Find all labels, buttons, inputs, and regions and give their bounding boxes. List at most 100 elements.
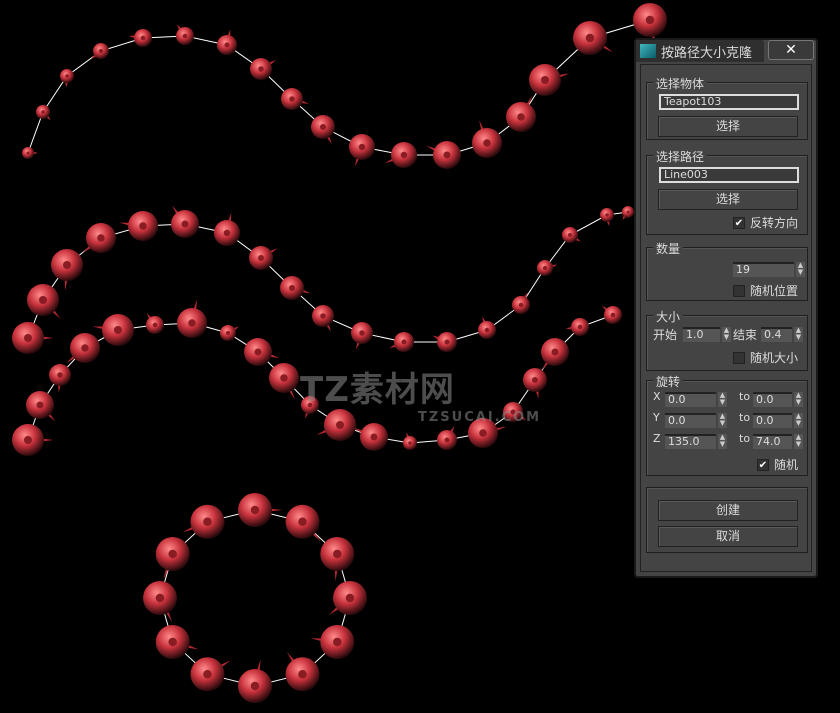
random-size-checkbox[interactable]: 随机大小 xyxy=(733,349,798,366)
cloned-bead[interactable] xyxy=(145,312,164,334)
cloned-bead[interactable] xyxy=(182,504,225,539)
cloned-bead[interactable] xyxy=(27,284,62,320)
checkbox-unchecked[interactable] xyxy=(733,284,745,297)
end-size-spinner[interactable]: 0.4 ▲ ▼ xyxy=(761,327,803,342)
cloned-bead[interactable] xyxy=(12,322,54,354)
cloned-bead[interactable] xyxy=(562,227,582,243)
cloned-bead[interactable] xyxy=(26,391,57,423)
cloned-bead[interactable] xyxy=(320,537,355,582)
cloned-bead[interactable] xyxy=(281,88,309,110)
spinner-arrows-icon[interactable]: ▲ ▼ xyxy=(794,392,803,407)
spinner-value[interactable]: 0.0 xyxy=(665,392,716,407)
cloned-bead[interactable] xyxy=(351,322,373,350)
cloned-bead[interactable] xyxy=(128,29,152,47)
cloned-bead[interactable] xyxy=(478,316,496,339)
checkbox-checked[interactable]: ✔ xyxy=(757,458,769,471)
cloned-bead[interactable] xyxy=(472,120,502,158)
spinner-arrows-icon[interactable]: ▲ ▼ xyxy=(718,392,727,407)
cloned-bead[interactable] xyxy=(349,134,375,167)
dialog-titlebar[interactable]: 按路径大小克隆 xyxy=(636,40,764,62)
spinner-value[interactable]: 74.0 xyxy=(753,434,792,449)
cloned-bead[interactable] xyxy=(280,276,311,300)
spinner-value[interactable]: 1.0 xyxy=(683,327,720,342)
cloned-bead[interactable] xyxy=(155,625,200,659)
spinner-arrows-icon[interactable]: ▲ ▼ xyxy=(722,327,731,342)
cloned-bead[interactable] xyxy=(269,363,299,400)
cloned-bead[interactable] xyxy=(175,23,194,45)
cloned-bead[interactable] xyxy=(65,333,100,365)
cloned-bead[interactable] xyxy=(49,364,71,393)
cloned-bead[interactable] xyxy=(601,304,622,324)
spinner-arrows-icon[interactable]: ▲ ▼ xyxy=(718,434,727,449)
cloned-bead[interactable] xyxy=(600,208,614,226)
rotation-to-spinner[interactable]: 0.0 ▲ ▼ xyxy=(753,413,803,428)
pick-object-button[interactable]: 选择 xyxy=(658,116,798,137)
spinner-value[interactable]: 0.4 xyxy=(761,327,792,342)
cloned-bead[interactable] xyxy=(238,493,283,527)
cloned-bead[interactable] xyxy=(621,206,634,221)
spinner-value[interactable]: 0.0 xyxy=(753,392,792,407)
cloned-bead[interactable] xyxy=(540,338,569,371)
cloned-bead[interactable] xyxy=(310,625,355,659)
cloned-bead[interactable] xyxy=(437,425,457,450)
rotation-to-spinner[interactable]: 0.0 ▲ ▼ xyxy=(753,392,803,407)
rotation-from-spinner[interactable]: 0.0 ▲ ▼ xyxy=(665,392,727,407)
cloned-bead[interactable] xyxy=(573,21,614,55)
rotation-from-spinner[interactable]: 135.0 ▲ ▼ xyxy=(665,434,727,449)
cloned-bead[interactable] xyxy=(22,147,38,159)
cloned-bead[interactable] xyxy=(143,581,177,623)
spinner-value[interactable]: 0.0 xyxy=(665,413,716,428)
spinner-value[interactable]: 0.0 xyxy=(753,413,792,428)
count-spinner[interactable]: 19 ▲ ▼ xyxy=(733,262,805,277)
cloned-bead[interactable] xyxy=(51,249,83,291)
cancel-button[interactable]: 取消 xyxy=(658,526,798,547)
cloned-bead[interactable] xyxy=(92,314,134,346)
cloned-bead[interactable] xyxy=(12,424,54,456)
spline-path[interactable] xyxy=(159,509,351,687)
cloned-bead[interactable] xyxy=(353,423,388,451)
cloned-bead[interactable] xyxy=(403,432,417,450)
cloned-bead[interactable] xyxy=(90,43,109,61)
rotation-to-spinner[interactable]: 74.0 ▲ ▼ xyxy=(753,434,803,449)
cloned-bead[interactable] xyxy=(155,537,190,580)
cloned-bead[interactable] xyxy=(177,299,207,338)
cloned-bead[interactable] xyxy=(537,260,558,276)
reverse-direction-checkbox[interactable]: ✔ 反转方向 xyxy=(733,214,798,231)
cloned-bead[interactable] xyxy=(565,318,589,336)
spinner-value[interactable]: 19 xyxy=(733,262,794,277)
cloned-bead[interactable] xyxy=(312,305,334,333)
cloned-bead[interactable] xyxy=(238,659,272,703)
cloned-bead[interactable] xyxy=(316,409,356,441)
cloned-bead[interactable] xyxy=(285,504,323,543)
cloned-bead[interactable] xyxy=(171,205,199,238)
start-size-spinner[interactable]: 1.0 ▲ ▼ xyxy=(683,327,731,342)
path-name-field[interactable]: Line003 xyxy=(659,167,799,183)
cloned-bead[interactable] xyxy=(217,29,237,55)
pick-path-button[interactable]: 选择 xyxy=(658,189,798,210)
spinner-value[interactable]: 135.0 xyxy=(665,434,716,449)
spinner-arrows-icon[interactable]: ▲ ▼ xyxy=(718,413,727,428)
spinner-arrows-icon[interactable]: ▲ ▼ xyxy=(794,434,803,449)
cloned-bead[interactable] xyxy=(244,338,280,366)
spinner-arrows-icon[interactable]: ▲ ▼ xyxy=(796,262,805,277)
checkbox-checked[interactable]: ✔ xyxy=(733,216,745,229)
create-button[interactable]: 创建 xyxy=(658,500,798,521)
close-button[interactable]: ✕ xyxy=(768,40,814,60)
cloned-bead[interactable] xyxy=(285,651,320,692)
spinner-arrows-icon[interactable]: ▲ ▼ xyxy=(794,413,803,428)
random-rotation-checkbox[interactable]: ✔ 随机 xyxy=(757,456,798,473)
cloned-bead[interactable] xyxy=(60,69,74,88)
cloned-bead[interactable] xyxy=(214,212,240,246)
cloned-bead[interactable] xyxy=(384,142,417,168)
random-position-checkbox[interactable]: 随机位置 xyxy=(733,282,798,299)
spinner-arrows-icon[interactable]: ▲ ▼ xyxy=(794,327,803,342)
cloned-bead[interactable] xyxy=(328,581,367,617)
cloned-bead[interactable] xyxy=(523,368,547,399)
cloned-bead[interactable] xyxy=(311,115,335,145)
cloned-bead[interactable] xyxy=(36,105,52,122)
cloned-bead[interactable] xyxy=(190,657,232,692)
cloned-bead[interactable] xyxy=(529,64,570,96)
cloned-bead[interactable] xyxy=(119,211,158,241)
checkbox-unchecked[interactable] xyxy=(733,351,745,364)
object-name-field[interactable]: Teapot103 xyxy=(659,94,799,110)
